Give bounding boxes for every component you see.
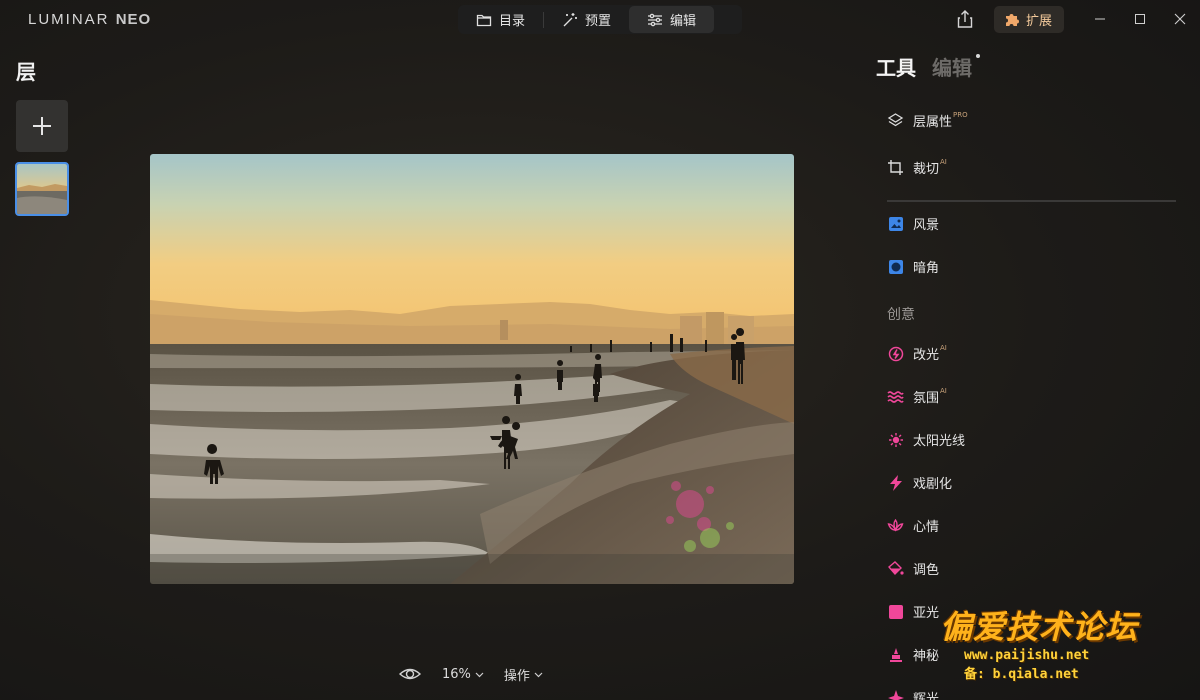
matte-icon <box>887 603 904 620</box>
sliders-icon <box>648 13 663 26</box>
ai-badge: AI <box>940 157 947 166</box>
watermark-url: www.paijishu.net <box>964 648 1090 663</box>
tool-crop[interactable]: 裁切AI <box>887 158 947 177</box>
glow-icon <box>887 689 904 700</box>
tab-edits-label: 编辑 <box>932 56 972 80</box>
chevron-down-icon <box>534 672 543 677</box>
mystic-icon <box>887 646 904 663</box>
tool-layer-properties[interactable]: 层属性PRO <box>887 111 968 130</box>
actions-label: 操作 <box>503 668 530 684</box>
mode-switcher: 目录 预置 编辑 <box>458 5 742 34</box>
extensions-label: 扩展 <box>1025 13 1052 29</box>
actions-dropdown[interactable]: 操作 <box>504 665 543 684</box>
close-button[interactable] <box>1160 0 1200 38</box>
tool-label: 调色 <box>913 563 940 578</box>
tab-edit[interactable]: 编辑 <box>629 6 715 33</box>
tool-color-harmony[interactable]: 调色 <box>887 559 939 578</box>
tool-vignette[interactable]: 暗角 <box>887 257 939 276</box>
layers-icon <box>887 112 904 129</box>
tab-label: 编辑 <box>670 14 697 29</box>
maximize-icon <box>1135 14 1145 24</box>
zoom-value: 16% <box>442 666 471 682</box>
tool-matte[interactable]: 亚光 <box>887 602 939 621</box>
ai-badge: AI <box>940 386 947 395</box>
tool-label: 层属性PRO <box>913 110 968 130</box>
tool-label: 戏剧化 <box>913 477 953 492</box>
layer-thumbnail[interactable] <box>15 162 69 216</box>
chevron-down-icon <box>475 672 484 677</box>
extensions-button[interactable]: 扩展 <box>993 5 1064 33</box>
title-bar: LUMINAR NEO 目录 预置 编辑 扩展 <box>0 0 1200 38</box>
tab-label: 目录 <box>499 14 526 29</box>
add-layer-button[interactable] <box>16 100 68 152</box>
tool-label: 辉光 <box>913 692 940 700</box>
tab-catalog[interactable]: 目录 <box>458 6 543 33</box>
folder-icon <box>476 14 492 26</box>
atmosphere-icon <box>887 388 904 405</box>
layers-title: 层 <box>16 60 36 84</box>
tool-dramatic[interactable]: 戏剧化 <box>887 473 952 492</box>
tool-sunrays[interactable]: 太阳光线 <box>887 430 965 449</box>
tool-mood[interactable]: 心情 <box>887 516 939 535</box>
tool-label: 改光AI <box>913 343 947 363</box>
section-creative: 创意 <box>887 307 915 323</box>
tool-label: 暗角 <box>913 261 940 276</box>
watermark-backup: 备: b.qiala.net <box>964 667 1079 682</box>
vignette-icon <box>887 258 904 275</box>
ai-badge: AI <box>940 343 947 352</box>
tool-label: 风景 <box>913 218 940 233</box>
forum-watermark: 偏爱技术论坛 www.paijishu.net 备: b.qiala.net <box>940 602 1180 682</box>
close-icon <box>1174 13 1186 25</box>
tool-label: 心情 <box>913 520 940 535</box>
maximize-button[interactable] <box>1120 0 1160 38</box>
magic-wand-icon <box>563 12 578 26</box>
tool-relight[interactable]: 改光AI <box>887 344 947 363</box>
tool-atmosphere[interactable]: 氛围AI <box>887 387 947 406</box>
lotus-icon <box>887 517 904 534</box>
tool-label: 裁切AI <box>913 157 947 177</box>
zoom-dropdown[interactable]: 16% <box>442 667 484 682</box>
watermark-title: 偏爱技术论坛 <box>940 608 1139 646</box>
tab-edits[interactable]: 编辑 <box>932 52 980 81</box>
paint-bucket-icon <box>887 560 904 577</box>
tool-glow[interactable]: 辉光 <box>887 688 939 700</box>
minimize-icon <box>1095 18 1105 20</box>
unsaved-dot <box>976 54 980 58</box>
plus-icon <box>33 117 51 135</box>
crop-icon <box>887 159 904 176</box>
relight-icon <box>887 345 904 362</box>
tool-landscape[interactable]: 风景 <box>887 214 939 233</box>
tab-presets[interactable]: 预置 <box>544 6 629 33</box>
tool-label: 太阳光线 <box>913 434 966 449</box>
panel-divider <box>887 200 1176 202</box>
eye-icon[interactable] <box>398 662 422 686</box>
bottom-toolbar: 16% 操作 <box>398 662 543 686</box>
tab-tools[interactable]: 工具 <box>876 52 916 81</box>
titlebar-actions: 扩展 <box>952 0 1200 38</box>
main-photo[interactable] <box>150 154 794 584</box>
app-logo: LUMINAR NEO <box>28 11 152 28</box>
tool-label: 氛围AI <box>913 386 947 406</box>
share-button[interactable] <box>952 6 978 32</box>
landscape-icon <box>887 215 904 232</box>
tool-mystical[interactable]: 神秘 <box>887 645 939 664</box>
tool-label: 亚光 <box>913 606 940 621</box>
minimize-button[interactable] <box>1080 0 1120 38</box>
share-icon <box>957 10 973 28</box>
sunrays-icon <box>887 431 904 448</box>
tab-label: 预置 <box>585 14 612 29</box>
tool-label: 神秘 <box>913 649 940 664</box>
puzzle-icon <box>1005 14 1019 26</box>
layer-preview-image <box>17 164 67 214</box>
right-panel-tabs: 工具 编辑 <box>876 52 980 81</box>
pro-badge: PRO <box>953 110 968 119</box>
beach-sunset-image <box>150 154 794 584</box>
lightning-icon <box>887 474 904 491</box>
